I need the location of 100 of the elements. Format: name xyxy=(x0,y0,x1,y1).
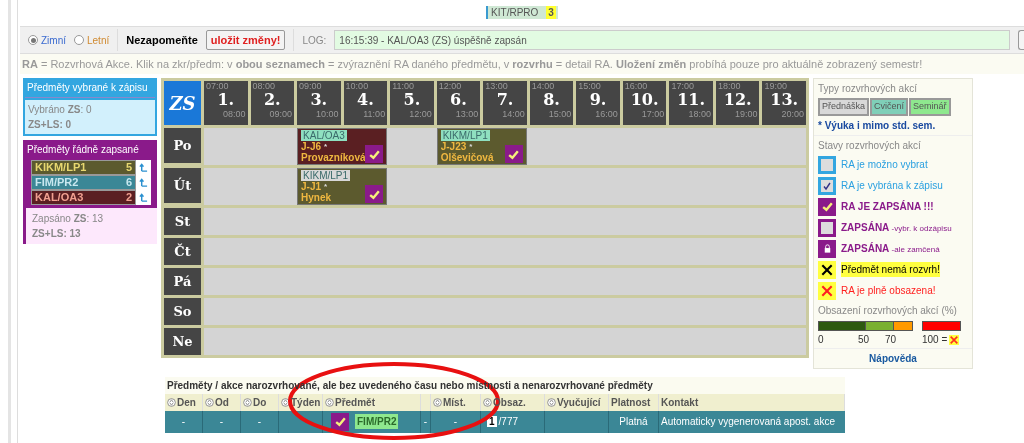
room-label: J-J6 xyxy=(301,141,322,152)
sort-icon[interactable] xyxy=(205,397,214,407)
column-header[interactable]: Předmět xyxy=(323,393,421,411)
count-line: Vybráno ZS: 0 xyxy=(28,103,93,117)
enrolled-checkbox[interactable] xyxy=(504,145,523,163)
panel-title: Předměty řádně zapsané xyxy=(26,143,140,157)
scale-label: 70 xyxy=(885,333,898,347)
schedule-event[interactable]: KAL/OA3 J-J6 * Provazníková xyxy=(297,128,388,165)
reminder-label: Nezapomeňte xyxy=(126,32,198,48)
column-header[interactable]: Od xyxy=(203,393,241,411)
column-header: Kontakt xyxy=(659,393,845,411)
asterisk-mark: * xyxy=(324,141,328,152)
schedule-event[interactable]: KIKM/LP1 J-J23 * Olševičová xyxy=(436,128,527,165)
subject-chip[interactable]: KIT/RPRO 3 xyxy=(486,6,558,19)
subject-tag[interactable]: FIM/PR2 xyxy=(355,414,399,429)
column-header[interactable]: Do xyxy=(241,393,279,411)
help-link[interactable]: Nápověda xyxy=(814,347,972,368)
period-header: 10:00 4. 11:00 xyxy=(343,81,388,125)
column-header[interactable]: Den xyxy=(165,393,203,411)
log-field: 16:15:39 - KAL/OA3 (ZS) úspěšně zapsán xyxy=(334,30,1010,50)
count-badge: 1 xyxy=(487,416,497,427)
room-label: J-J23 xyxy=(440,141,467,152)
enrolled-subject[interactable]: KIKM/LP1 5 xyxy=(31,160,136,175)
legend-title: Typy rozvrhových akcí xyxy=(818,82,918,96)
state-label: ZAPSÁNA -ale zamčená xyxy=(841,241,940,256)
count-line: ZS+LS: 13 xyxy=(32,227,82,241)
period-header: 07:00 1. 08:00 xyxy=(204,81,248,125)
scale-label: 50 xyxy=(858,333,871,347)
subject-tag[interactable]: KAL/OA3 xyxy=(301,130,347,141)
state-label: Předmět nemá rozvrh! xyxy=(841,262,940,277)
table-cell: Platná xyxy=(609,410,659,433)
move-up-icon[interactable] xyxy=(136,190,151,205)
cross-icon xyxy=(949,334,960,345)
subject-tag[interactable]: KIKM/LP1 xyxy=(301,170,351,181)
cross-icon xyxy=(818,260,836,279)
semester-radio[interactable]: Zimní xyxy=(28,32,66,48)
state-label: RA je vybrána k zápisu xyxy=(841,179,943,193)
sort-icon[interactable] xyxy=(281,397,290,407)
period-header: 18:00 12. 19:00 xyxy=(715,81,760,125)
save-button[interactable]: uložit změny! xyxy=(205,30,286,50)
period-header: 12:00 6. 13:00 xyxy=(436,81,481,125)
period-header: 13:00 7. 14:00 xyxy=(483,81,527,125)
capacity-label: /777 xyxy=(498,415,519,429)
log-label: LOG: xyxy=(302,33,327,48)
enrolled-subject[interactable]: KAL/OA3 2 xyxy=(31,190,136,205)
enrolled-checkbox[interactable] xyxy=(365,185,384,203)
period-header: 08:00 2. 09:00 xyxy=(250,81,295,125)
sort-icon[interactable] xyxy=(547,397,556,407)
state-label: RA je možno vybrat xyxy=(841,158,928,172)
enrolled-checkbox[interactable] xyxy=(331,412,349,431)
period-header: 15:00 9. 16:00 xyxy=(576,81,620,125)
state-label: RA JE ZAPSÁNA !!! xyxy=(841,199,934,214)
asterisk-mark: * xyxy=(469,141,473,152)
type-tag: Seminář xyxy=(909,98,951,116)
column-header[interactable]: Míst. xyxy=(431,393,481,411)
panel-title: Předměty vybrané k zápisu xyxy=(25,80,155,98)
sort-icon[interactable] xyxy=(325,397,334,407)
side-button[interactable] xyxy=(1018,30,1024,50)
legend-title: Stavy rozvrhových akcí xyxy=(818,138,922,153)
period-header: 17:00 11. 18:00 xyxy=(669,81,713,125)
enrolled-subject[interactable]: FIM/PR2 6 xyxy=(31,175,136,190)
schedule-event[interactable]: KIKM/LP1 J-J1 * Hynek xyxy=(297,168,388,205)
table-cell: Automaticky vygenerovaná apost. akce xyxy=(659,410,845,433)
column-header[interactable]: Vyučující xyxy=(545,393,609,411)
teacher-name: Provazníková xyxy=(301,152,364,163)
subject-code: KIT/RPRO xyxy=(491,6,539,19)
scale-label: 100 = xyxy=(922,333,948,347)
cross-icon xyxy=(818,281,836,300)
day-label: Čt xyxy=(164,238,201,265)
table-cell: - xyxy=(421,410,431,433)
period-header: 11:00 5. 12:00 xyxy=(390,81,434,125)
legend-note: * Výuka i mimo std. sem. xyxy=(818,118,937,133)
day-label: Pá xyxy=(164,268,201,295)
subject-tag[interactable]: KIKM/LP1 xyxy=(440,130,490,141)
table-cell: - xyxy=(165,410,203,433)
count-badge: 3 xyxy=(546,6,556,19)
period-header: 16:00 10. 17:00 xyxy=(622,81,667,125)
type-tag: Cvičení xyxy=(870,98,909,116)
asterisk-mark: * xyxy=(324,181,328,192)
table-cell: - xyxy=(241,410,279,433)
sort-icon[interactable] xyxy=(243,397,252,407)
checked-checkbox-icon xyxy=(818,176,836,195)
enrolled-checkbox[interactable] xyxy=(365,145,384,163)
legend-title: Obsazení rozvrhových akcí (%) xyxy=(818,303,958,318)
sort-icon[interactable] xyxy=(167,397,176,407)
period-header: 14:00 8. 15:00 xyxy=(529,81,574,125)
scale-label: 0 xyxy=(818,333,825,347)
move-up-icon[interactable] xyxy=(136,160,151,175)
checkbox-icon xyxy=(818,218,836,237)
info-text: RA = Rozvrhová Akce. Klik na zkr/předm: v obou seznamech = zvýraznění RA daného předmětu, v rozvrhu = detail RA. Uložení změn probíhá pouze pro aktuálně zobrazený semestr! xyxy=(22,56,923,72)
period-header: 09:00 3. 10:00 xyxy=(297,81,341,125)
sort-icon[interactable] xyxy=(433,397,442,407)
type-tag: Přednáška xyxy=(818,98,870,116)
day-label: Ne xyxy=(164,328,201,355)
lock-icon xyxy=(818,239,836,258)
day-label: So xyxy=(164,298,201,325)
column-header: Platnost xyxy=(609,393,659,411)
sort-icon[interactable] xyxy=(483,397,492,407)
semester-cell: ZS xyxy=(164,81,201,125)
checkbox-icon xyxy=(818,155,836,174)
